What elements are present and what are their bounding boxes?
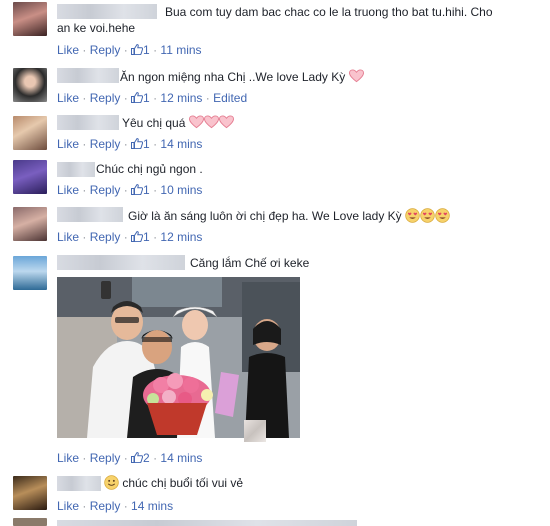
avatar[interactable] — [13, 476, 47, 510]
heart-eyes-emoji-icon — [420, 208, 435, 223]
like-count[interactable]: 1 — [131, 183, 150, 197]
commenter-name[interactable] — [57, 68, 119, 83]
timestamp[interactable]: 12 mins — [160, 91, 202, 105]
like-link[interactable]: Like — [57, 91, 79, 105]
like-count[interactable]: 1 — [131, 43, 150, 57]
like-link[interactable]: Like — [57, 451, 79, 465]
like-link[interactable]: Like — [57, 137, 79, 151]
heart-icon — [203, 115, 219, 129]
timestamp[interactable]: 14 mins — [160, 137, 202, 151]
thumb-up-icon — [131, 452, 144, 463]
comment-actions: Like · Reply · 14 mins — [57, 499, 174, 513]
commenter-name[interactable] — [57, 520, 357, 526]
comment-actions: Like · Reply · 1 · 10 mins — [57, 183, 203, 197]
timestamp[interactable]: 12 mins — [160, 230, 202, 244]
like-link[interactable]: Like — [57, 499, 79, 513]
thumb-up-icon — [131, 231, 144, 242]
reply-link[interactable]: Reply — [90, 499, 121, 513]
commenter-name[interactable] — [57, 476, 101, 491]
like-count[interactable]: 2 — [131, 451, 150, 465]
thumb-up-icon — [131, 184, 144, 195]
comment-actions: Like · Reply · 1 · 12 mins — [57, 230, 203, 244]
comment-actions: Like · Reply · 1 · 12 mins · Edited — [57, 91, 248, 105]
smile-emoji-icon — [104, 475, 119, 490]
commenter-name[interactable] — [57, 162, 95, 177]
comment-text: Yêu chị quá — [122, 115, 234, 131]
reply-link[interactable]: Reply — [90, 43, 121, 57]
like-count[interactable]: 1 — [131, 137, 150, 151]
reply-link[interactable]: Reply — [90, 451, 121, 465]
heart-icon — [188, 115, 204, 129]
timestamp[interactable]: 14 mins — [160, 451, 202, 465]
reply-link[interactable]: Reply — [90, 91, 121, 105]
comment-photo[interactable] — [57, 277, 300, 438]
comment-text: Giờ là ăn sáng luôn ời chị đẹp ha. We Lo… — [128, 208, 450, 224]
comment-actions: Like · Reply · 1 · 11 mins — [57, 43, 202, 57]
timestamp[interactable]: 10 mins — [160, 183, 202, 197]
avatar[interactable] — [13, 160, 47, 194]
like-count[interactable]: 1 — [131, 91, 150, 105]
avatar[interactable] — [13, 68, 47, 102]
pixelated-redaction — [244, 420, 266, 442]
comment-text: Bua com tuy dam bac chac co le la truong… — [57, 5, 493, 35]
avatar[interactable] — [13, 207, 47, 241]
like-link[interactable]: Like — [57, 183, 79, 197]
like-count[interactable]: 1 — [131, 230, 150, 244]
comment-actions: Like · Reply · 2 · 14 mins — [57, 451, 203, 465]
avatar[interactable] — [13, 116, 47, 150]
comment-actions: Like · Reply · 1 · 14 mins — [57, 137, 203, 151]
commenter-name[interactable] — [57, 115, 119, 130]
like-link[interactable]: Like — [57, 43, 79, 57]
thumb-up-icon — [131, 92, 144, 103]
comment-text: Căng lắm Chế ơi keke — [190, 256, 310, 270]
heart-eyes-emoji-icon — [405, 208, 420, 223]
comment-text: Chúc chị ngủ ngon . — [96, 162, 203, 176]
comment-text: Ăn ngon miệng nha Chị ..We love Lady Kỳ — [120, 69, 364, 85]
heart-eyes-emoji-icon — [435, 208, 450, 223]
heart-icon — [348, 69, 364, 83]
reply-link[interactable]: Reply — [90, 183, 121, 197]
edited-link[interactable]: Edited — [213, 91, 247, 105]
avatar[interactable] — [13, 256, 47, 290]
comment-text: chúc chị buổi tối vui vẻ — [104, 475, 243, 491]
like-link[interactable]: Like — [57, 230, 79, 244]
thumb-up-icon — [131, 138, 144, 149]
reply-link[interactable]: Reply — [90, 137, 121, 151]
commenter-name[interactable] — [57, 207, 123, 222]
timestamp[interactable]: 14 mins — [131, 499, 173, 513]
selfie-photo-image — [57, 277, 300, 438]
avatar[interactable] — [13, 2, 47, 36]
timestamp[interactable]: 11 mins — [160, 43, 201, 57]
reply-link[interactable]: Reply — [90, 230, 121, 244]
avatar[interactable] — [13, 518, 47, 526]
commenter-name[interactable] — [57, 255, 185, 270]
thumb-up-icon — [131, 44, 144, 55]
heart-icon — [218, 115, 234, 129]
